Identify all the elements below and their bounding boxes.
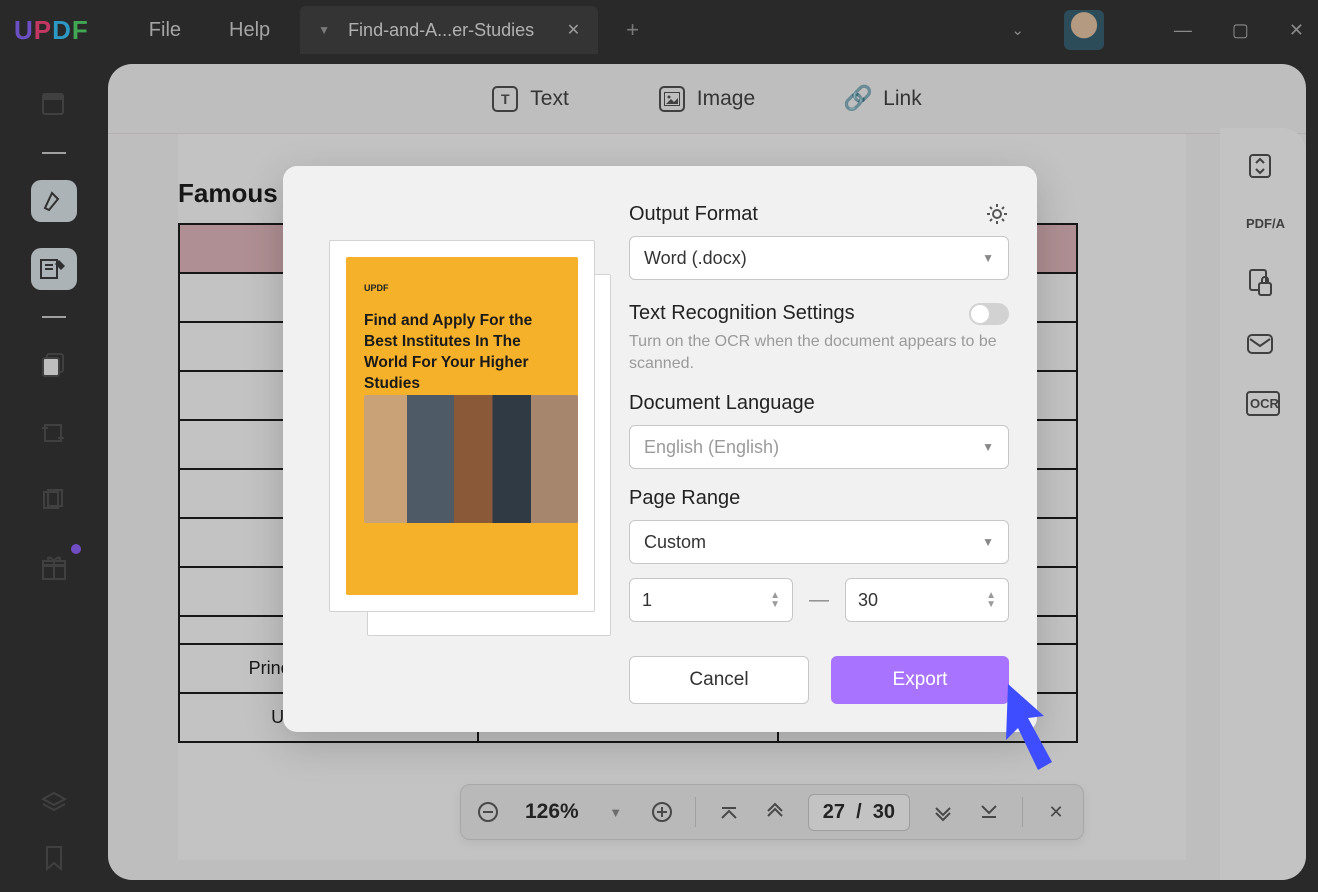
language-label: Document Language [629, 392, 1009, 415]
export-modal: UPDF Find and Apply For the Best Institu… [283, 166, 1037, 732]
export-settings: Output Format Word (.docx) ▼ Text Recogn… [629, 196, 1009, 702]
export-button[interactable]: Export [831, 656, 1009, 704]
output-format-value: Word (.docx) [644, 248, 747, 269]
page-range-label: Page Range [629, 487, 1009, 510]
range-to-input[interactable]: 30 ▲▼ [845, 578, 1009, 622]
page-range-value: Custom [644, 532, 706, 553]
document-thumbnail: UPDF Find and Apply For the Best Institu… [329, 240, 597, 620]
stepper-arrows[interactable]: ▲▼ [986, 591, 996, 609]
thumb-brand: UPDF [364, 283, 560, 293]
language-value: English (English) [644, 437, 779, 458]
page-range-select[interactable]: Custom ▼ [629, 520, 1009, 564]
range-from-input[interactable]: 1 ▲▼ [629, 578, 793, 622]
chevron-down-icon: ▼ [982, 251, 994, 265]
chevron-down-icon: ▼ [982, 440, 994, 454]
output-format-label: Output Format [629, 203, 758, 226]
thumb-title: Find and Apply For the Best Institutes I… [364, 311, 560, 395]
ocr-toggle[interactable] [969, 303, 1009, 325]
settings-gear-icon[interactable] [985, 202, 1009, 226]
language-select[interactable]: English (English) ▼ [629, 425, 1009, 469]
ocr-label: Text Recognition Settings [629, 302, 855, 325]
chevron-down-icon: ▼ [982, 535, 994, 549]
range-separator: — [809, 589, 829, 612]
ocr-hint: Turn on the OCR when the document appear… [629, 331, 1009, 374]
stepper-arrows[interactable]: ▲▼ [770, 591, 780, 609]
thumb-photo [364, 395, 578, 523]
cancel-button[interactable]: Cancel [629, 656, 809, 704]
output-format-select[interactable]: Word (.docx) ▼ [629, 236, 1009, 280]
